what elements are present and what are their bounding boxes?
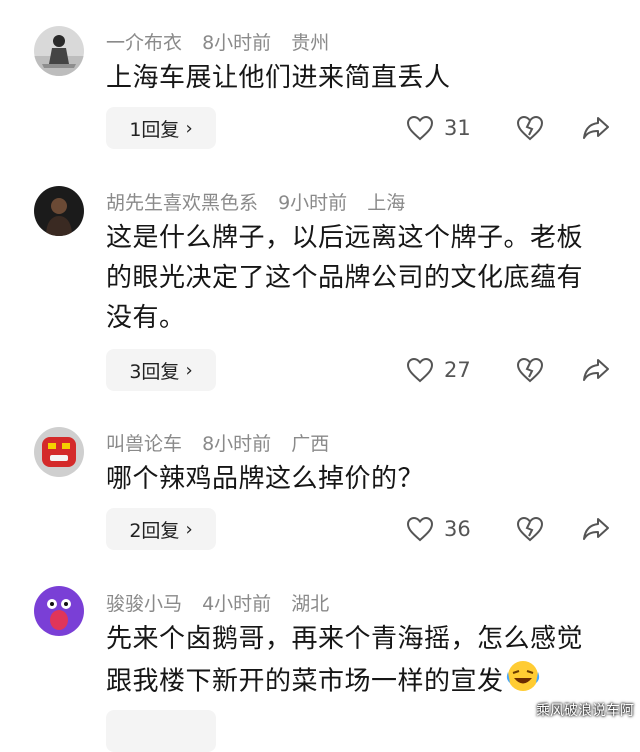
comment-meta: 骏骏小马 4小时前 湖北 (106, 589, 343, 616)
avatar[interactable] (34, 427, 84, 477)
purple-screaming-avatar-icon (34, 586, 84, 636)
replies-label: 3回复 (129, 360, 180, 383)
comment-text: 哪个辣鸡品牌这么掉价的？ (106, 464, 425, 494)
comment-meta: 一介布衣 8小时前 贵州 (106, 28, 343, 55)
red-mascot-avatar-icon (34, 427, 84, 477)
comment-actions: 31 (406, 107, 610, 149)
comment-meta: 胡先生喜欢黑色系 9小时前 上海 (106, 188, 419, 215)
share-icon[interactable] (582, 357, 610, 383)
comment-actions: 36 (406, 508, 610, 550)
avatar[interactable] (34, 186, 84, 236)
like-count: 27 (444, 358, 471, 382)
laughing-crying-emoji-icon (504, 659, 542, 705)
broken-heart-icon[interactable] (516, 516, 582, 542)
person-meditating-avatar-icon (34, 26, 84, 76)
broken-heart-icon[interactable] (516, 357, 582, 383)
heart-icon[interactable] (406, 357, 434, 383)
broken-heart-icon[interactable] (516, 115, 582, 141)
dark-portrait-avatar-icon (34, 186, 84, 236)
replies-button[interactable]: 3回复 › (106, 349, 216, 391)
timestamp: 8小时前 (202, 32, 272, 54)
heart-icon[interactable] (406, 115, 434, 141)
replies-button[interactable] (106, 710, 216, 752)
comment-actions: 27 (406, 349, 610, 391)
timestamp: 8小时前 (202, 433, 272, 455)
comment-text: 先来个卤鹅哥，再来个青海摇，怎么感觉跟我楼下新开的菜市场一样的宣发 (106, 619, 606, 705)
replies-button[interactable]: 1回复 › (106, 107, 216, 149)
location: 贵州 (291, 32, 330, 54)
chevron-right-icon: › (185, 117, 193, 139)
heart-icon[interactable] (406, 516, 434, 542)
avatar[interactable] (34, 586, 84, 636)
chevron-right-icon: › (185, 518, 193, 540)
location: 上海 (367, 192, 406, 214)
comment-text: 上海车展让他们进来简直丢人 (106, 63, 451, 93)
username[interactable]: 骏骏小马 (106, 593, 182, 615)
username[interactable]: 叫兽论车 (106, 433, 182, 455)
avatar[interactable] (34, 26, 84, 76)
watermark: 乘风破浪说车阿 (536, 703, 634, 719)
location: 广西 (291, 433, 330, 455)
timestamp: 9小时前 (278, 192, 348, 214)
username[interactable]: 一介布衣 (106, 32, 182, 54)
replies-label: 2回复 (129, 519, 180, 542)
like-count: 36 (444, 517, 471, 541)
location: 湖北 (291, 593, 330, 615)
replies-label: 1回复 (129, 118, 180, 141)
comment-meta: 叫兽论车 8小时前 广西 (106, 429, 343, 456)
username[interactable]: 胡先生喜欢黑色系 (106, 192, 258, 214)
share-icon[interactable] (582, 115, 610, 141)
comment-text: 这是什么牌子，以后远离这个牌子。老板的眼光决定了这个品牌公司的文化底蕴有没有。 (106, 223, 584, 333)
timestamp: 4小时前 (202, 593, 272, 615)
replies-button[interactable]: 2回复 › (106, 508, 216, 550)
chevron-right-icon: › (185, 359, 193, 381)
share-icon[interactable] (582, 516, 610, 542)
like-count: 31 (444, 116, 471, 140)
